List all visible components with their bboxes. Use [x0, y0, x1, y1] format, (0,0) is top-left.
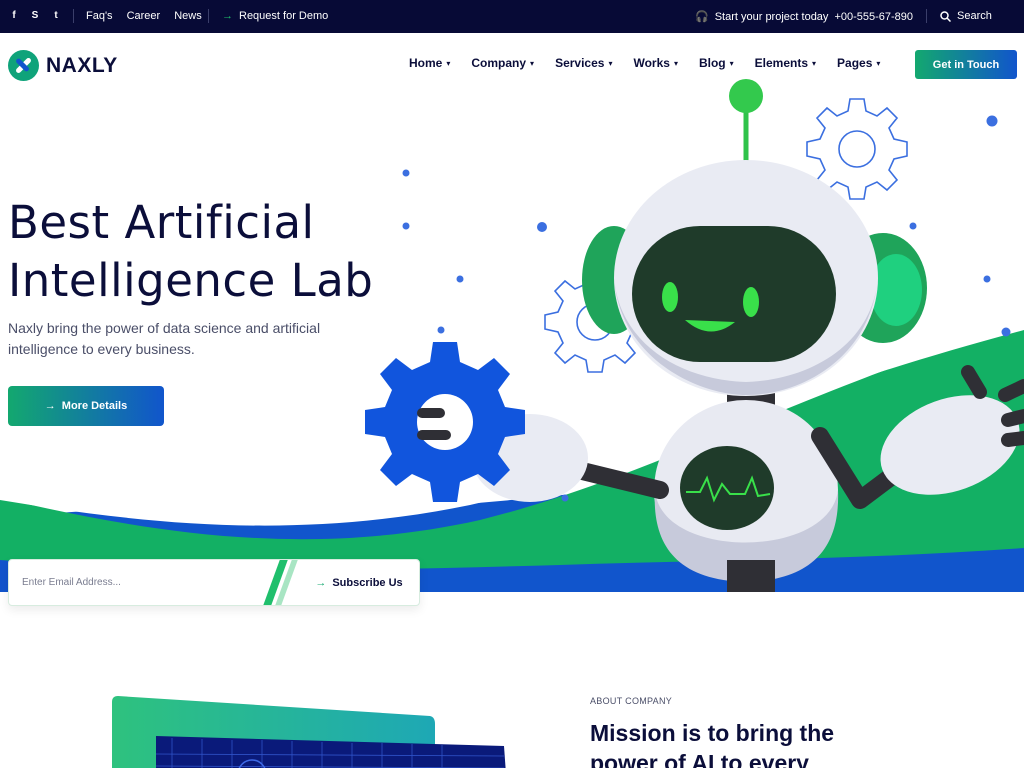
robot-eye-left: [662, 282, 678, 312]
divider: [926, 9, 927, 23]
faq-link[interactable]: Faq's: [86, 10, 113, 22]
more-details-label: More Details: [61, 400, 128, 412]
subscribe-form: → Subscribe Us: [8, 559, 420, 606]
about-label: ABOUT COMPANY: [590, 696, 673, 706]
arrow-right-icon: →: [315, 576, 327, 589]
request-demo-label: Request for Demo: [239, 10, 329, 22]
chevron-down-icon: ▾: [608, 58, 613, 68]
news-link[interactable]: News: [174, 10, 202, 22]
main-nav: Home ▾ Company ▾ Services ▾ Works ▾ Blog ▾ El…: [409, 56, 880, 70]
email-input[interactable]: [9, 560, 264, 605]
nav-home[interactable]: Home ▾: [409, 56, 450, 70]
logo-mark-icon: [8, 50, 39, 81]
career-link[interactable]: Career: [127, 10, 161, 22]
hero-subtitle: Naxly bring the power of data science an…: [8, 320, 321, 357]
about-title: Mission is to bring the power of AI to e…: [590, 720, 835, 768]
chevron-down-icon: ▾: [530, 58, 535, 68]
nav-works[interactable]: Works ▾: [633, 56, 677, 70]
logo-text: NAXLY: [46, 53, 118, 77]
antenna-ball: [729, 79, 763, 113]
nav-label: Home: [409, 56, 443, 70]
more-details-button[interactable]: → More Details: [8, 386, 164, 426]
arrow-right-icon: →: [44, 400, 56, 412]
twitter-icon[interactable]: t: [50, 10, 62, 22]
search-button[interactable]: Search: [940, 10, 992, 22]
top-bar: f S t Faq's Career News → Request for De…: [0, 0, 1024, 33]
nav-label: Company: [471, 56, 527, 70]
nav-label: Pages: [837, 56, 873, 70]
arrow-right-icon: →: [222, 10, 233, 22]
search-icon: [940, 10, 951, 22]
contact-label: Start your project today: [714, 10, 829, 23]
top-links: Faq's Career News: [86, 10, 202, 22]
subscribe-label: Subscribe Us: [332, 576, 403, 589]
subscribe-button[interactable]: → Subscribe Us: [299, 560, 419, 605]
chevron-down-icon: ▾: [729, 58, 734, 68]
robot-eye-right: [743, 287, 759, 317]
skype-icon[interactable]: S: [29, 10, 41, 22]
facebook-icon[interactable]: f: [8, 10, 20, 22]
hero-title: Best Artificial Intelligence Lab: [8, 194, 428, 310]
social-links: f S t: [8, 10, 62, 22]
headset-icon: 🎧: [695, 11, 709, 23]
contact-info: 🎧 Start your project today +00-555-67-89…: [695, 10, 913, 24]
chevron-down-icon: ▾: [446, 58, 451, 68]
request-demo-link[interactable]: → Request for Demo: [222, 10, 328, 22]
divider: [73, 9, 74, 23]
get-in-touch-button[interactable]: Get in Touch: [915, 50, 1017, 79]
nav-label: Blog: [698, 56, 726, 70]
nav-pages[interactable]: Pages ▾: [837, 56, 880, 70]
blue-gear-icon: [365, 342, 525, 502]
nav-company[interactable]: Company ▾: [471, 56, 534, 70]
chevron-down-icon: ▾: [673, 58, 678, 68]
search-label: Search: [957, 10, 992, 22]
chevron-down-icon: ▾: [812, 58, 817, 68]
divider: [208, 9, 209, 23]
nav-label: Works: [633, 56, 670, 70]
hero-title-line: Best Artificial: [8, 196, 315, 249]
about-image: [112, 696, 506, 768]
nav-blog[interactable]: Blog ▾: [699, 56, 734, 70]
hero-title-line: Intelligence Lab: [8, 254, 374, 307]
nav-label: Elements: [754, 56, 808, 70]
phone-number[interactable]: +00-555-67-890: [834, 11, 913, 23]
robot-chest-screen: [680, 446, 774, 530]
logo[interactable]: NAXLY: [8, 50, 118, 81]
nav-label: Services: [555, 56, 605, 70]
chevron-down-icon: ▾: [876, 58, 881, 68]
nav-elements[interactable]: Elements ▾: [755, 56, 816, 70]
nav-services[interactable]: Services ▾: [555, 56, 612, 70]
